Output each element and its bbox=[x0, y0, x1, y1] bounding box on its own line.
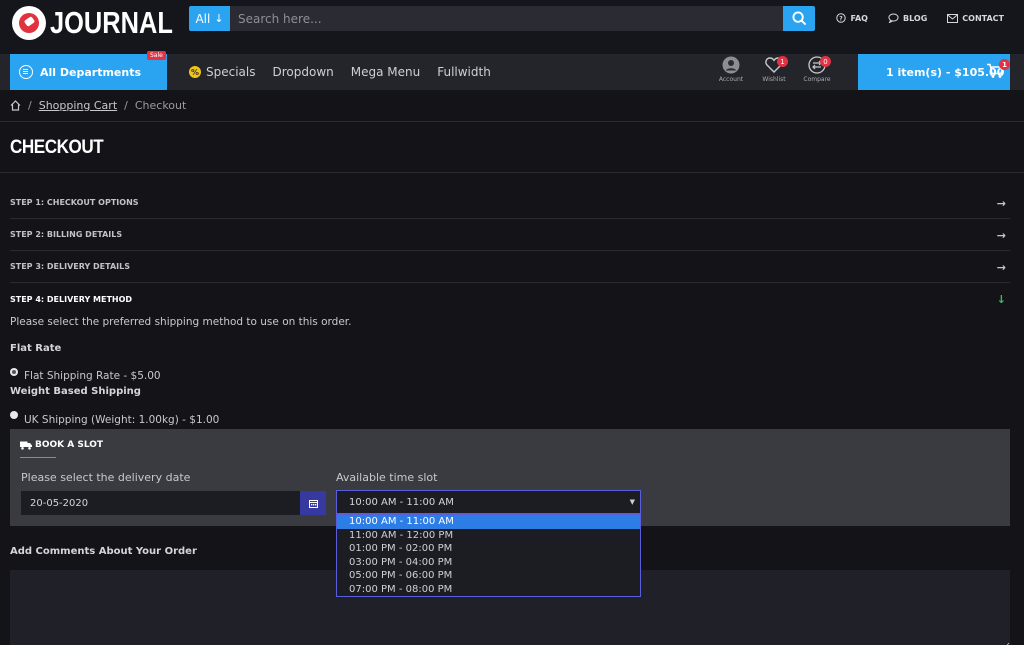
wishlist-count-badge: 1 bbox=[777, 56, 788, 67]
time-slot-option[interactable]: 10:00 AM - 11:00 AM bbox=[337, 515, 640, 529]
time-slot-label: Available time slot bbox=[336, 471, 438, 484]
logo[interactable]: JOURNAL bbox=[12, 5, 200, 41]
arrow-right-icon: → bbox=[996, 229, 1006, 242]
delivery-date-input[interactable]: 20-05-2020 bbox=[21, 491, 325, 515]
search-category-label: All bbox=[195, 11, 211, 26]
time-slot-option[interactable]: 03:00 PM - 04:00 PM bbox=[337, 556, 640, 570]
time-slot-option[interactable]: 05:00 PM - 06:00 PM bbox=[337, 569, 640, 583]
contact-label: CONTACT bbox=[962, 13, 1004, 23]
shipping-option-label: UK Shipping (Weight: 1.00kg) - $1.00 bbox=[24, 414, 220, 426]
wishlist-label: Wishlist bbox=[762, 76, 786, 83]
search-bar: All ↓ bbox=[189, 6, 815, 31]
step-billing-details[interactable]: STEP 2: BILLING DETAILS → bbox=[10, 219, 1010, 251]
truck-icon bbox=[20, 441, 32, 450]
breadcrumb-shopping-cart[interactable]: Shopping Cart bbox=[39, 99, 117, 112]
step-delivery-details[interactable]: STEP 3: DELIVERY DETAILS → bbox=[10, 251, 1010, 283]
envelope-icon bbox=[947, 13, 959, 23]
comments-label: Add Comments About Your Order bbox=[10, 546, 197, 557]
title-underline bbox=[20, 457, 56, 458]
wishlist-button[interactable]: 1 Wishlist bbox=[759, 56, 789, 83]
blog-link[interactable]: BLOG bbox=[888, 13, 927, 23]
compare-label: Compare bbox=[803, 76, 831, 83]
account-button[interactable]: Account bbox=[716, 56, 746, 83]
shipping-group-title: Weight Based Shipping bbox=[10, 386, 141, 397]
step-checkout-options[interactable]: STEP 1: CHECKOUT OPTIONS → bbox=[10, 187, 1010, 219]
time-slot-value: 10:00 AM - 11:00 AM bbox=[349, 496, 454, 508]
cart-count-badge: 1 bbox=[999, 59, 1010, 70]
blog-label: BLOG bbox=[902, 13, 928, 23]
question-circle-icon: ? bbox=[836, 13, 847, 23]
breadcrumb-separator: / bbox=[28, 99, 32, 112]
cart-button[interactable]: 1 item(s) - $105.00 1 bbox=[858, 54, 1010, 90]
delivery-date-label: Please select the delivery date bbox=[21, 471, 191, 484]
step-label: STEP 1: CHECKOUT OPTIONS bbox=[10, 198, 139, 207]
step-delivery-method[interactable]: STEP 4: DELIVERY METHOD ↓ bbox=[10, 283, 1010, 315]
weight-based-radio[interactable] bbox=[10, 411, 18, 419]
menu-item-fullwidth[interactable]: Fullwidth bbox=[437, 65, 491, 79]
caret-down-icon: ▼ bbox=[629, 498, 635, 506]
shipping-option-label: Flat Shipping Rate - $5.00 bbox=[24, 370, 161, 382]
all-departments-button[interactable]: All Departments bbox=[10, 54, 167, 90]
arrow-right-icon: → bbox=[996, 197, 1006, 210]
time-slot-option[interactable]: 11:00 AM - 12:00 PM bbox=[337, 529, 640, 543]
flat-rate-radio[interactable] bbox=[10, 368, 18, 376]
contact-link[interactable]: CONTACT bbox=[947, 13, 1004, 23]
sale-badge: Sale bbox=[147, 51, 166, 60]
breadcrumb-separator: / bbox=[124, 99, 128, 112]
arrow-down-icon: ↓ bbox=[214, 12, 224, 25]
top-header: JOURNAL All ↓ ? FAQ BLOG CONTACT bbox=[0, 0, 1024, 54]
time-slot-select[interactable]: 10:00 AM - 11:00 AM ▼ bbox=[336, 490, 641, 514]
top-links: ? FAQ BLOG CONTACT bbox=[836, 13, 1004, 23]
user-icon bbox=[722, 56, 740, 74]
chat-bubble-icon bbox=[888, 13, 899, 23]
arrow-down-icon: ↓ bbox=[996, 293, 1006, 306]
logo-text: JOURNAL bbox=[50, 5, 173, 40]
menu-item-dropdown[interactable]: Dropdown bbox=[273, 65, 334, 79]
compare-button[interactable]: 0 Compare bbox=[802, 56, 832, 83]
delivery-date-value: 20-05-2020 bbox=[30, 497, 89, 509]
time-slot-dropdown: 10:00 AM - 11:00 AM 11:00 AM - 12:00 PM … bbox=[336, 514, 641, 597]
time-slot-option[interactable]: 01:00 PM - 02:00 PM bbox=[337, 542, 640, 556]
faq-label: FAQ bbox=[850, 13, 868, 23]
faq-link[interactable]: ? FAQ bbox=[836, 13, 868, 23]
page-title: CHECKOUT bbox=[10, 137, 104, 158]
calendar-button[interactable] bbox=[300, 491, 326, 515]
book-slot-panel: BOOK A SLOT Please select the delivery d… bbox=[10, 429, 1010, 526]
menu-item-mega-menu[interactable]: Mega Menu bbox=[351, 65, 420, 79]
home-icon[interactable] bbox=[10, 100, 21, 111]
menu-icon bbox=[19, 65, 33, 79]
menu-item-label: Specials bbox=[206, 65, 256, 79]
percent-icon: % bbox=[189, 66, 201, 78]
account-label: Account bbox=[718, 76, 744, 83]
menu-item-specials[interactable]: % Specials bbox=[189, 65, 256, 79]
all-departments-label: All Departments bbox=[40, 65, 142, 79]
delivery-intro: Please select the preferred shipping met… bbox=[10, 316, 352, 328]
divider bbox=[0, 121, 1024, 122]
search-icon bbox=[791, 11, 806, 26]
book-slot-title: BOOK A SLOT bbox=[20, 440, 103, 450]
book-slot-label: BOOK A SLOT bbox=[35, 440, 104, 450]
step-label: STEP 3: DELIVERY DETAILS bbox=[10, 262, 130, 271]
svg-text:?: ? bbox=[840, 15, 844, 22]
breadcrumb-checkout: Checkout bbox=[134, 99, 187, 112]
checkout-page: JOURNAL All ↓ ? FAQ BLOG CONTACT bbox=[0, 0, 1024, 645]
calendar-icon bbox=[308, 499, 318, 508]
header-icons: Account 1 Wishlist 0 Compare bbox=[716, 56, 832, 83]
compare-count-badge: 0 bbox=[820, 56, 831, 67]
divider bbox=[0, 172, 1024, 173]
time-slot-option[interactable]: 07:00 PM - 08:00 PM bbox=[337, 583, 640, 597]
arrow-right-icon: → bbox=[996, 261, 1006, 274]
main-menu: % Specials Dropdown Mega Menu Fullwidth bbox=[189, 54, 491, 90]
breadcrumb: / Shopping Cart / Checkout bbox=[10, 99, 186, 112]
search-button[interactable] bbox=[783, 6, 815, 31]
tag-icon bbox=[12, 6, 46, 40]
step-label: STEP 2: BILLING DETAILS bbox=[10, 230, 123, 239]
shipping-group-title: Flat Rate bbox=[10, 343, 62, 354]
main-nav: All Departments Sale % Specials Dropdown… bbox=[0, 51, 1024, 90]
step-label: STEP 4: DELIVERY METHOD bbox=[10, 294, 133, 304]
search-input[interactable] bbox=[230, 6, 783, 31]
search-category-select[interactable]: All ↓ bbox=[189, 6, 230, 31]
